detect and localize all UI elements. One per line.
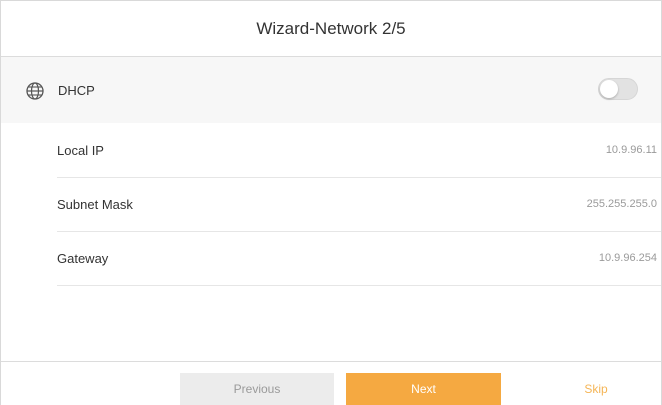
bottom-bar: Previous Next Skip [1, 361, 661, 405]
gateway-row[interactable]: Gateway 10.9.96.254 [57, 231, 661, 286]
page-title: Wizard-Network 2/5 [256, 18, 406, 38]
local-ip-label: Local IP [57, 142, 104, 158]
subnet-mask-row[interactable]: Subnet Mask 255.255.255.0 [57, 177, 661, 232]
next-button[interactable]: Next [346, 373, 501, 405]
title-bar: Wizard-Network 2/5 [1, 1, 661, 57]
gateway-value[interactable]: 10.9.96.254 [599, 231, 657, 285]
local-ip-value[interactable]: 10.9.96.11 [606, 123, 657, 177]
previous-button[interactable]: Previous [180, 373, 334, 405]
local-ip-row[interactable]: Local IP 10.9.96.11 [57, 123, 661, 178]
skip-button[interactable]: Skip [556, 373, 636, 405]
toggle-knob [600, 80, 618, 98]
dhcp-row: DHCP [1, 57, 661, 123]
wizard-screen: Wizard-Network 2/5 DHCP Local IP 10.9.96… [0, 0, 662, 405]
subnet-mask-value[interactable]: 255.255.255.0 [587, 177, 657, 231]
dhcp-toggle[interactable] [598, 78, 638, 100]
gateway-label: Gateway [57, 250, 109, 266]
subnet-mask-label: Subnet Mask [57, 196, 133, 212]
globe-icon [25, 81, 45, 101]
dhcp-label: DHCP [58, 82, 95, 98]
